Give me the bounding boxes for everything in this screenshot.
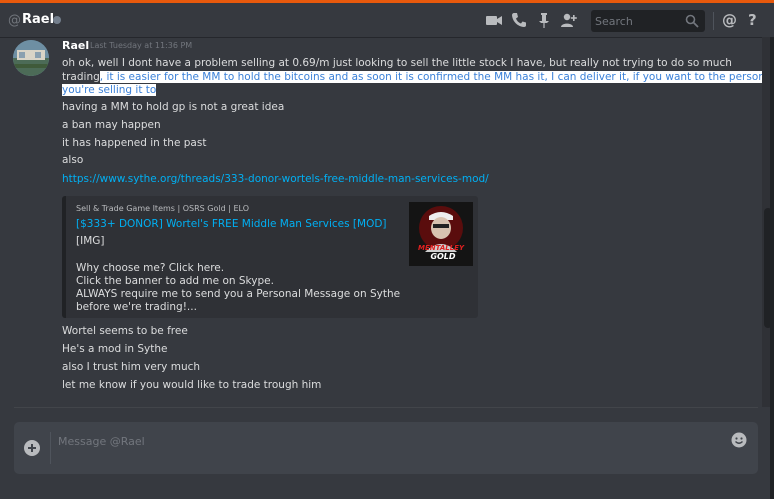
message-text: also I trust him very much <box>62 361 201 373</box>
message-timestamp: Last Tuesday at 11:36 PM <box>90 41 193 50</box>
message-text: let me know if you would like to trade t… <box>62 379 322 391</box>
message-text: also <box>62 154 84 166</box>
composer-inner-divider <box>50 432 51 464</box>
search-icon <box>685 14 699 28</box>
emoji-icon[interactable] <box>731 432 747 448</box>
channel-header: @ Rael @ ? <box>0 3 774 37</box>
add-friend-icon[interactable] <box>560 11 578 29</box>
thumb-text-line1: MENTALLEY <box>418 244 465 252</box>
message-input[interactable] <box>58 433 698 449</box>
message-text: it has happened in the past <box>62 137 207 149</box>
dm-at-icon: @ <box>8 13 21 28</box>
embed-thumbnail[interactable]: MENTALLEY GOLD <box>409 202 473 266</box>
mentions-button[interactable]: @ <box>722 11 737 29</box>
voice-call-icon[interactable] <box>510 11 528 29</box>
message-text: you're selling it to <box>62 84 157 96</box>
message-text: Wortel seems to be free <box>62 325 188 337</box>
message-text-fragment: trading <box>62 71 100 83</box>
selected-text: you're selling it to <box>62 84 157 96</box>
message-text: oh ok, well I dont have a problem sellin… <box>62 57 732 69</box>
help-button[interactable]: ? <box>748 11 757 29</box>
embed-title[interactable]: [$333+ DONOR] Wortel's FREE Middle Man S… <box>76 218 387 230</box>
thumb-text-line2: GOLD <box>430 252 455 261</box>
message-link[interactable]: https://www.sythe.org/threads/333-donor-… <box>62 173 489 185</box>
message-text: trading, it is easier for the MM to hold… <box>62 71 762 83</box>
message-text: He's a mod in Sythe <box>62 343 168 355</box>
channel-name: Rael <box>22 12 55 27</box>
embed-description: [IMG] <box>76 235 105 247</box>
search-input[interactable] <box>595 13 681 29</box>
message-text: a ban may happen <box>62 119 161 131</box>
embed-provider[interactable]: Sell & Trade Game Items | OSRS Gold | EL… <box>76 204 249 213</box>
status-indicator <box>53 16 61 24</box>
message-author[interactable]: Rael <box>62 39 89 52</box>
upload-plus-icon[interactable] <box>24 440 40 456</box>
header-divider <box>713 12 714 30</box>
video-call-icon[interactable] <box>485 11 503 29</box>
message-text: having a MM to hold gp is not a great id… <box>62 101 285 113</box>
embed-description: Why choose me? Click here. <box>76 262 225 274</box>
selected-text: , it is easier for the MM to hold the bi… <box>99 71 762 83</box>
avatar[interactable] <box>13 40 49 76</box>
embed-description: before we're trading!... <box>76 301 197 313</box>
embed-description: Click the banner to add me on Skype. <box>76 275 274 287</box>
window-edge <box>770 37 774 499</box>
link-embed: Sell & Trade Game Items | OSRS Gold | EL… <box>62 196 478 318</box>
pin-icon[interactable] <box>535 11 553 29</box>
composer-divider <box>14 407 758 408</box>
embed-description: ALWAYS require me to send you a Personal… <box>76 288 401 300</box>
message-composer <box>14 422 758 474</box>
message-list: Rael Last Tuesday at 11:36 PM oh ok, wel… <box>0 37 762 407</box>
search-box[interactable] <box>591 10 705 32</box>
